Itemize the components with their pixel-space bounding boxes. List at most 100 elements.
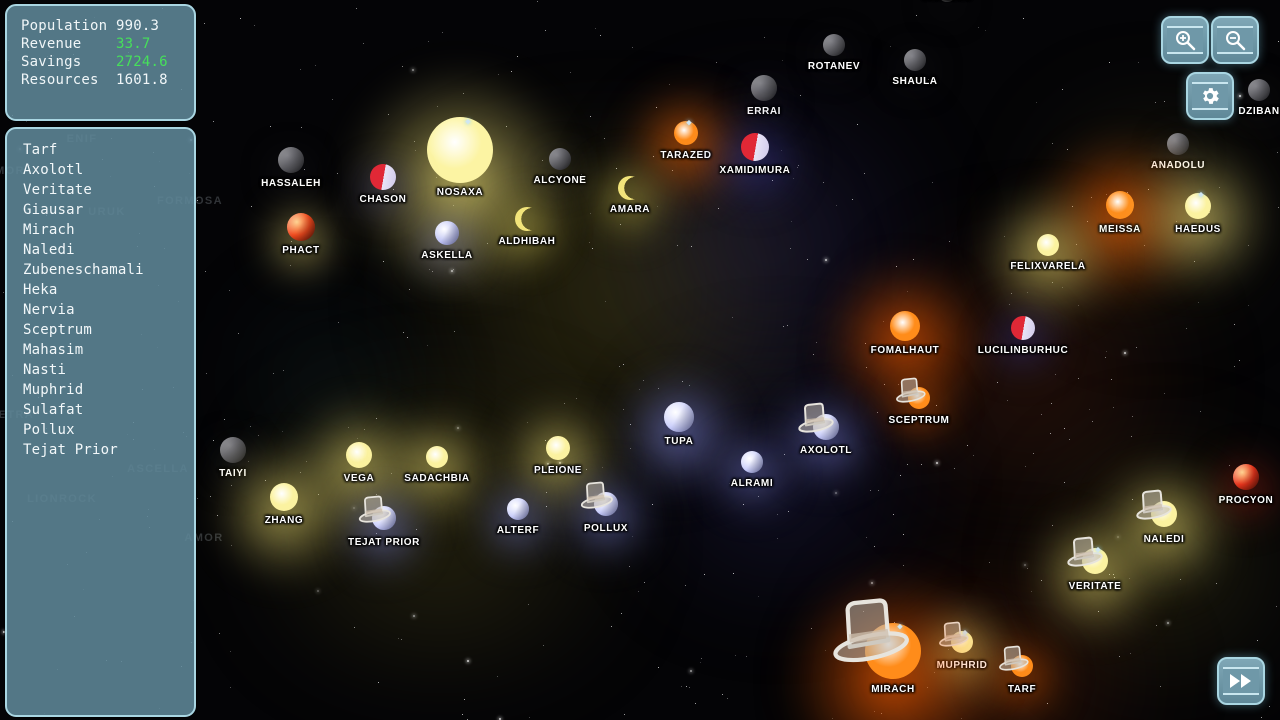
celestial-body[interactable]: TARF	[979, 634, 1065, 720]
planet-orb[interactable]	[751, 75, 777, 101]
ship-icon[interactable]: ◆	[1198, 190, 1203, 200]
celestial-body[interactable]: ANADOLU	[1151, 133, 1204, 172]
celestial-body[interactable]: ALTERF	[478, 480, 558, 560]
planet-list-item[interactable]: Tejat Prior	[23, 440, 194, 460]
planet-list-item[interactable]: Tarf	[23, 140, 194, 160]
zoom-out-button[interactable]	[1211, 16, 1259, 64]
planet-list-item[interactable]: Sceptrum	[23, 320, 194, 340]
planet-orb[interactable]	[346, 442, 372, 468]
planet-orb[interactable]	[1106, 191, 1134, 219]
planet-list-item[interactable]: Mahasim	[23, 340, 194, 360]
planet-list-item[interactable]: Muphrid	[23, 380, 194, 400]
celestial-body[interactable]: VEGA	[294, 403, 424, 533]
planet-orb[interactable]	[1248, 79, 1270, 101]
planet-orb[interactable]	[546, 436, 570, 460]
celestial-body[interactable]: ◆ HAEDUS	[1128, 149, 1268, 289]
celestial-body[interactable]: HASSALEH	[261, 147, 320, 193]
celestial-body[interactable]: ALRAMI	[712, 433, 792, 513]
ship-icon[interactable]: ◆	[897, 622, 902, 632]
planet-list[interactable]: Tarf Axolotl Veritate Giausar Mirach Naledi Zu…	[7, 129, 194, 460]
planet-list-item[interactable]: Veritate	[23, 180, 194, 200]
planet-orb[interactable]	[823, 34, 845, 56]
celestial-body[interactable]: FOMALHAUT	[825, 261, 985, 421]
planet-list-item[interactable]: Pollux	[23, 420, 194, 440]
planet-orb[interactable]	[865, 623, 921, 679]
planet-list-item[interactable]: Axolotl	[23, 160, 194, 180]
celestial-body[interactable]: SCHEDDI	[922, 0, 971, 16]
celestial-body[interactable]: ALCYONE	[533, 148, 586, 187]
planet-orb[interactable]	[1167, 133, 1189, 155]
celestial-body[interactable]: POLLUX	[558, 468, 654, 564]
planet-orb[interactable]	[372, 506, 396, 530]
planet-orb[interactable]	[270, 483, 298, 511]
planet-list-item[interactable]: Naledi	[23, 240, 194, 260]
planet-orb[interactable]	[278, 147, 304, 173]
planet-list-item[interactable]: Nervia	[23, 300, 194, 320]
planet-list-item[interactable]: Mirach	[23, 220, 194, 240]
planet-orb[interactable]	[594, 492, 618, 516]
planet-orb[interactable]	[1011, 316, 1035, 340]
ship-icon[interactable]: ◆	[962, 628, 967, 638]
planet-orb[interactable]	[1151, 501, 1177, 527]
planet-orb[interactable]	[890, 311, 920, 341]
planet-orb[interactable]	[664, 402, 694, 432]
planet-orb[interactable]	[220, 437, 246, 463]
ship-icon[interactable]: ◆	[686, 118, 691, 128]
celestial-body[interactable]: SCEPTRUM	[884, 374, 954, 444]
fast-forward-button[interactable]	[1217, 657, 1265, 705]
settings-button[interactable]	[1186, 72, 1234, 120]
planet-orb[interactable]	[741, 133, 769, 161]
celestial-body[interactable]: PHACT	[261, 201, 341, 281]
celestial-body[interactable]: ERRAI	[744, 75, 784, 121]
ship-icon[interactable]: ◆	[1095, 545, 1100, 555]
celestial-body[interactable]: TAIYI	[211, 437, 255, 485]
planet-list-item[interactable]: Sulafat	[23, 400, 194, 420]
celestial-body[interactable]: PROCYON	[1208, 452, 1280, 528]
planet-list-item[interactable]: Zubeneschamali	[23, 260, 194, 280]
planet-orb[interactable]	[904, 49, 926, 71]
planet-orb[interactable]	[908, 387, 930, 409]
planet-orb[interactable]	[287, 213, 315, 241]
planet-list-panel[interactable]: Tarf Axolotl Veritate Giausar Mirach Naledi Zu…	[5, 127, 196, 717]
planet-orb[interactable]	[435, 221, 459, 245]
celestial-body[interactable]: NALEDI	[1099, 462, 1229, 592]
planet-list-item[interactable]: Nasti	[23, 360, 194, 380]
celestial-body[interactable]: PLEIONE	[500, 402, 616, 518]
planet-orb[interactable]	[507, 498, 529, 520]
celestial-body[interactable]: LUCILINBURHUC	[978, 304, 1068, 376]
celestial-body[interactable]: FELIXVARELA	[980, 188, 1116, 324]
game-viewport[interactable]: ENIFMORURUKFORMOSAPETRAASCELLARINLIONROC…	[0, 0, 1280, 720]
celestial-body[interactable]: ALDHIBAH	[492, 196, 562, 266]
celestial-body[interactable]: TEJAT PRIOR	[340, 486, 428, 574]
celestial-body[interactable]: ◆ MIRACH	[788, 574, 998, 720]
planet-orb[interactable]	[1011, 655, 1033, 677]
celestial-body[interactable]: AXOLOTL	[778, 392, 874, 488]
planet-orb[interactable]	[813, 414, 839, 440]
planet-orb[interactable]	[427, 117, 493, 183]
planet-orb[interactable]	[741, 451, 763, 473]
celestial-body[interactable]: ◆ TARAZED	[626, 85, 746, 205]
celestial-body[interactable]: SHAULA	[892, 49, 937, 88]
planet-orb[interactable]	[1233, 464, 1259, 490]
planet-orb[interactable]	[515, 207, 539, 231]
zoom-in-button[interactable]	[1161, 16, 1209, 64]
celestial-body[interactable]: ROTANEV	[808, 34, 860, 73]
celestial-body[interactable]: ◆ MUPHRID	[914, 605, 1010, 701]
celestial-body[interactable]: ZHANG	[214, 441, 354, 581]
celestial-body[interactable]: ◆ VERITATE	[1032, 511, 1158, 637]
planet-orb[interactable]	[549, 148, 571, 170]
celestial-body[interactable]: ASKELLA	[416, 214, 478, 276]
celestial-body[interactable]: MEISSA	[1037, 136, 1203, 302]
celestial-body[interactable]: ◆ NOSAXA	[345, 68, 575, 298]
ship-icon[interactable]: ◆	[465, 117, 470, 127]
planet-list-item[interactable]: Giausar	[23, 200, 194, 220]
celestial-body[interactable]: SADACHBIA	[382, 413, 492, 523]
planet-orb[interactable]	[618, 176, 642, 200]
planet-orb[interactable]	[1037, 234, 1059, 256]
celestial-body[interactable]: TUPA	[619, 372, 739, 492]
planet-list-item[interactable]: Heka	[23, 280, 194, 300]
celestial-body[interactable]: XAMIDIMURA	[707, 113, 803, 209]
celestial-body[interactable]: AMARA	[587, 157, 673, 243]
celestial-body[interactable]: DZIBAN	[1238, 79, 1279, 118]
planet-orb[interactable]	[370, 164, 396, 190]
